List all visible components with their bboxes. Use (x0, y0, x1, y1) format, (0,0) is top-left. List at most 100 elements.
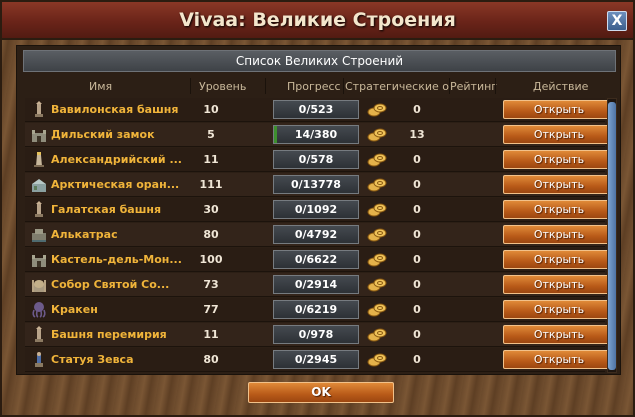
strategy-points-icon (367, 226, 387, 243)
greenhouse-icon (31, 176, 47, 193)
open-button[interactable]: Открыть (503, 150, 615, 169)
building-level: 80 (203, 353, 219, 366)
open-button[interactable]: Открыть (503, 200, 615, 219)
prison-icon (31, 226, 47, 243)
strategy-points: 0 (413, 328, 421, 341)
strategy-points-icon (367, 276, 387, 293)
progress-text: 0/13778 (291, 178, 341, 191)
strategy-points-icon (367, 176, 387, 193)
building-level: 11 (203, 153, 219, 166)
strategy-points: 0 (413, 178, 421, 191)
strategy-points-icon (367, 126, 387, 143)
scrollbar-thumb[interactable] (608, 102, 616, 370)
tower-icon (31, 101, 47, 118)
building-level: 111 (199, 178, 223, 191)
building-row: Алькатрас 80 0/4792 0 Открыть (25, 223, 615, 247)
open-button[interactable]: Открыть (503, 175, 615, 194)
building-name: Арктическая оран... (51, 178, 180, 191)
progress-bar: 14/380 (273, 125, 359, 144)
open-button[interactable]: Открыть (503, 300, 615, 319)
progress-text: 0/4792 (294, 228, 338, 241)
building-name: Дильский замок (51, 128, 155, 141)
strategy-points-icon (367, 151, 387, 168)
strategy-points: 0 (413, 278, 421, 291)
strategy-points-icon (367, 301, 387, 318)
strategy-points: 13 (409, 128, 425, 141)
building-name: Башня перемирия (51, 328, 167, 341)
progress-bar: 0/2914 (273, 275, 359, 294)
building-level: 80 (203, 228, 219, 241)
column-header-points: Стратегические очки (345, 80, 449, 93)
progress-bar: 0/6219 (273, 300, 359, 319)
title-bar[interactable]: Vivaa: Великие Строения X (2, 2, 633, 40)
progress-text: 0/978 (298, 328, 334, 341)
progress-text: 0/2945 (294, 353, 338, 366)
column-header-name: Имя (89, 80, 113, 93)
open-button[interactable]: Открыть (503, 225, 615, 244)
open-button[interactable]: Открыть (503, 125, 615, 144)
column-header-level: Уровень (199, 80, 247, 93)
building-row: Арктическая оран... 111 0/13778 0 Открыть (25, 173, 615, 197)
building-name: Александрийский ... (51, 153, 182, 166)
scrollbar[interactable] (607, 98, 617, 373)
buildings-panel: Список Великих Строений Имя Уровень Прог… (16, 45, 621, 375)
building-row: Вавилонская башня 10 0/523 0 Открыть (25, 98, 615, 122)
progress-bar: 0/578 (273, 150, 359, 169)
kraken-icon (31, 301, 47, 318)
progress-text: 0/6219 (294, 303, 338, 316)
close-button[interactable]: X (607, 11, 627, 31)
strategy-points: 0 (413, 253, 421, 266)
column-header-rating: Рейтинг (450, 80, 498, 93)
strategy-points-icon (367, 251, 387, 268)
progress-text: 0/2914 (294, 278, 338, 291)
progress-text: 0/6622 (294, 253, 338, 266)
building-name: Статуя Зевса (51, 353, 134, 366)
window-title: Vivaa: Великие Строения (179, 9, 456, 31)
building-row: Собор Святой Со... 73 0/2914 0 Открыть (25, 273, 615, 297)
building-level: 100 (199, 253, 223, 266)
progress-text: 0/523 (298, 103, 334, 116)
building-level: 10 (203, 103, 219, 116)
strategy-points: 0 (413, 153, 421, 166)
open-button[interactable]: Открыть (503, 350, 615, 369)
open-button[interactable]: Открыть (503, 275, 615, 294)
building-name: Галатская башня (51, 203, 162, 216)
progress-text: 0/578 (298, 153, 334, 166)
open-button[interactable]: Открыть (503, 250, 615, 269)
progress-bar: 0/1092 (273, 200, 359, 219)
open-button[interactable]: Открыть (503, 100, 615, 119)
ok-button[interactable]: OK (248, 382, 394, 403)
castle-icon (31, 251, 47, 268)
castle-icon (31, 126, 47, 143)
column-header-action: Действие (533, 80, 589, 93)
building-name: Вавилонская башня (51, 103, 179, 116)
progress-bar: 0/6622 (273, 250, 359, 269)
building-level: 11 (203, 328, 219, 341)
lighthouse-icon (31, 151, 47, 168)
building-row: Статуя Зевса 80 0/2945 0 Открыть (25, 348, 615, 372)
building-name: Кракен (51, 303, 98, 316)
progress-bar: 0/523 (273, 100, 359, 119)
building-level: 77 (203, 303, 219, 316)
building-row: Кракен 77 0/6219 0 Открыть (25, 298, 615, 322)
building-row: Кастель-дель-Мон... 100 0/6622 0 Открыть (25, 248, 615, 272)
progress-bar: 0/13778 (273, 175, 359, 194)
open-button[interactable]: Открыть (503, 325, 615, 344)
progress-text: 0/1092 (294, 203, 338, 216)
building-level: 5 (207, 128, 215, 141)
strategy-points: 0 (413, 203, 421, 216)
building-name: Алькатрас (51, 228, 118, 241)
building-name: Кастель-дель-Мон... (51, 253, 182, 266)
building-row: Александрийский ... 11 0/578 0 Открыть (25, 148, 615, 172)
progress-bar: 0/2945 (273, 350, 359, 369)
statue-icon (31, 351, 47, 368)
tower-icon (31, 326, 47, 343)
progress-bar: 0/978 (273, 325, 359, 344)
tower-icon (31, 201, 47, 218)
cathedral-icon (31, 276, 47, 293)
building-level: 30 (203, 203, 219, 216)
column-header-progress: Прогресс (287, 80, 341, 93)
strategy-points-icon (367, 101, 387, 118)
building-name: Собор Святой Со... (51, 278, 170, 291)
strategy-points: 0 (413, 103, 421, 116)
